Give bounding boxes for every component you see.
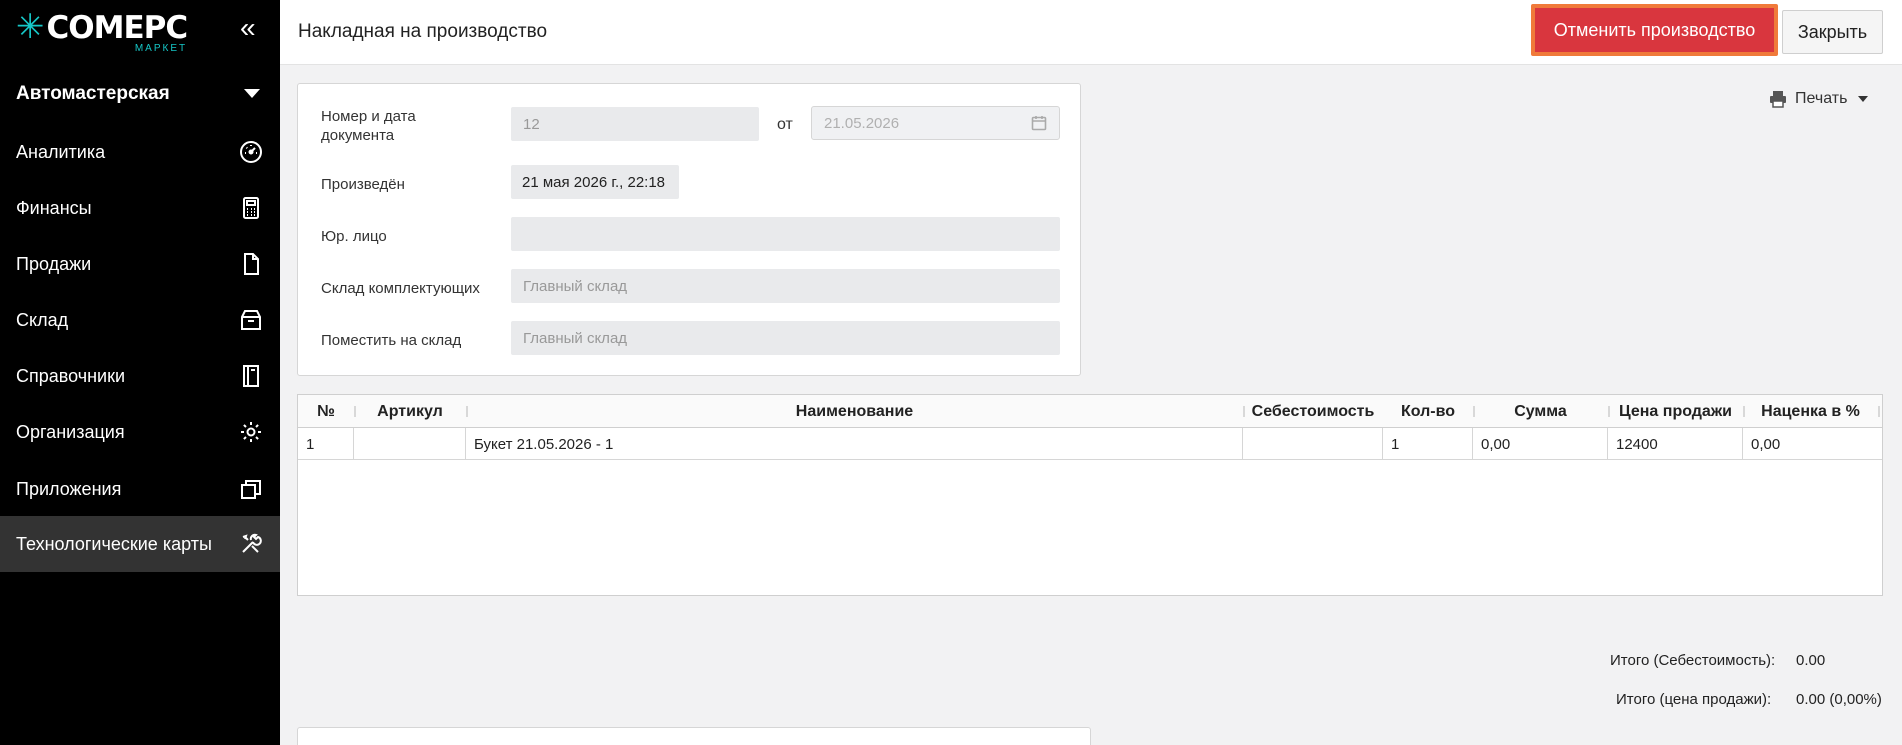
table-row[interactable]: 1 Букет 21.05.2026 - 1 1 0,00 12400 0,00	[298, 428, 1882, 460]
produced-date-value: 21 мая 2026 г., 22:18	[511, 165, 679, 199]
cell-name: Букет 21.05.2026 - 1	[466, 428, 1243, 460]
target-warehouse-input[interactable]: Главный склад	[511, 321, 1060, 355]
sidebar-item-organization[interactable]: Организация	[0, 404, 280, 460]
total-sale-label: Итого (цена продажи):	[1616, 691, 1772, 708]
cancel-production-button[interactable]: Отменить производство	[1531, 4, 1778, 56]
column-header[interactable]: №	[298, 395, 354, 428]
book-icon	[238, 363, 264, 389]
sidebar-item-sales[interactable]: Продажи	[0, 236, 280, 292]
cell-sale-price: 12400	[1608, 428, 1743, 460]
print-button[interactable]: Печать	[1768, 89, 1869, 109]
sidebar-item-label: Склад	[16, 309, 69, 330]
sidebar-item-label: Приложения	[16, 478, 122, 499]
printer-icon	[1770, 91, 1786, 108]
sidebar-item-apps[interactable]: Приложения	[0, 461, 280, 517]
sidebar-item-label: Организация	[16, 421, 125, 442]
collapse-sidebar-icon[interactable]: «	[240, 14, 256, 42]
column-header[interactable]: Наименование	[466, 395, 1243, 428]
number-label: Номер и дата документа	[321, 108, 416, 144]
sidebar-item-finance[interactable]: Финансы	[0, 180, 280, 236]
caret-down-icon	[1858, 96, 1869, 102]
logo-sub-text: МАРКЕТ	[134, 43, 188, 54]
total-cost-label: Итого (Себестоимость):	[1610, 652, 1776, 669]
calendar-icon[interactable]	[1031, 115, 1047, 135]
column-resize-handle[interactable]	[1878, 406, 1880, 417]
date-value: 21.05.2026	[824, 114, 900, 132]
logo-star-icon: ✳	[16, 8, 45, 46]
sidebar-item-tech-cards[interactable]: Технологические карты	[0, 516, 280, 572]
bottom-panel	[297, 727, 1091, 745]
total-sale-value: 0.00 (0,00%)	[1796, 691, 1882, 708]
sidebar-item-label: Аналитика	[16, 141, 106, 162]
sidebar-item-analytics[interactable]: Аналитика	[0, 124, 280, 180]
company-name: Автомастерская	[16, 83, 170, 104]
cell-cost	[1243, 428, 1383, 460]
target-warehouse-label: Поместить на склад	[321, 332, 462, 349]
products-table: № Артикул Наименование Себестоимость Кол…	[297, 394, 1883, 596]
sidebar-item-label: Финансы	[16, 197, 92, 218]
column-header[interactable]: Цена продажи	[1608, 395, 1743, 428]
produced-label: Произведён	[321, 176, 405, 193]
column-header[interactable]: Артикул	[354, 395, 466, 428]
document-date-input[interactable]: 21.05.2026	[811, 106, 1060, 140]
print-label: Печать	[1795, 90, 1848, 107]
gear-icon	[238, 419, 264, 445]
sidebar-item-label: Справочники	[16, 365, 126, 386]
cell-markup: 0,00	[1751, 435, 1781, 453]
cell-article	[354, 428, 466, 460]
company-selector[interactable]: Автомастерская	[0, 72, 280, 116]
cell-sum: 0,00	[1473, 428, 1608, 460]
column-header[interactable]: Сумма	[1473, 395, 1608, 428]
column-header[interactable]: Наценка в %	[1743, 395, 1878, 428]
logo-main-text: COMEPC	[46, 10, 189, 46]
document-icon	[238, 251, 264, 277]
components-warehouse-label: Склад комплектующих	[321, 280, 480, 297]
sidebar-item-references[interactable]: Справочники	[0, 348, 280, 404]
cell-number: 1	[298, 428, 354, 460]
close-button[interactable]: Закрыть	[1782, 10, 1883, 54]
box-icon	[238, 307, 264, 333]
column-header[interactable]: Себестоимость	[1243, 395, 1383, 428]
legal-entity-input[interactable]	[511, 217, 1060, 251]
tools-icon	[238, 531, 264, 557]
document-number-input[interactable]: 12	[511, 107, 759, 141]
legal-entity-label: Юр. лицо	[321, 228, 387, 245]
sidebar-item-label: Продажи	[16, 253, 92, 274]
windows-icon	[238, 476, 264, 502]
sidebar: ✳ COMEPC МАРКЕТ « Автомастерская Аналити…	[0, 0, 280, 745]
total-cost-value: 0.00	[1796, 652, 1826, 669]
dashboard-gauge-icon	[238, 139, 264, 165]
components-warehouse-input[interactable]: Главный склад	[511, 269, 1060, 303]
sidebar-item-label: Технологические карты	[16, 533, 212, 554]
cell-quantity: 1	[1383, 428, 1473, 460]
calculator-icon	[238, 195, 264, 221]
column-header[interactable]: Кол-во	[1383, 395, 1473, 428]
table-header: № Артикул Наименование Себестоимость Кол…	[298, 395, 1882, 428]
date-from-label: от	[777, 116, 793, 133]
caret-down-icon	[244, 89, 260, 98]
document-form: Номер и дата документа 12 от 21.05.2026 …	[297, 83, 1081, 376]
logo[interactable]: ✳ COMEPC МАРКЕТ	[16, 8, 189, 58]
sidebar-item-warehouse[interactable]: Склад	[0, 292, 280, 348]
top-bar: Накладная на производство Отменить произ…	[280, 0, 1902, 65]
page-title: Накладная на производство	[298, 21, 548, 42]
